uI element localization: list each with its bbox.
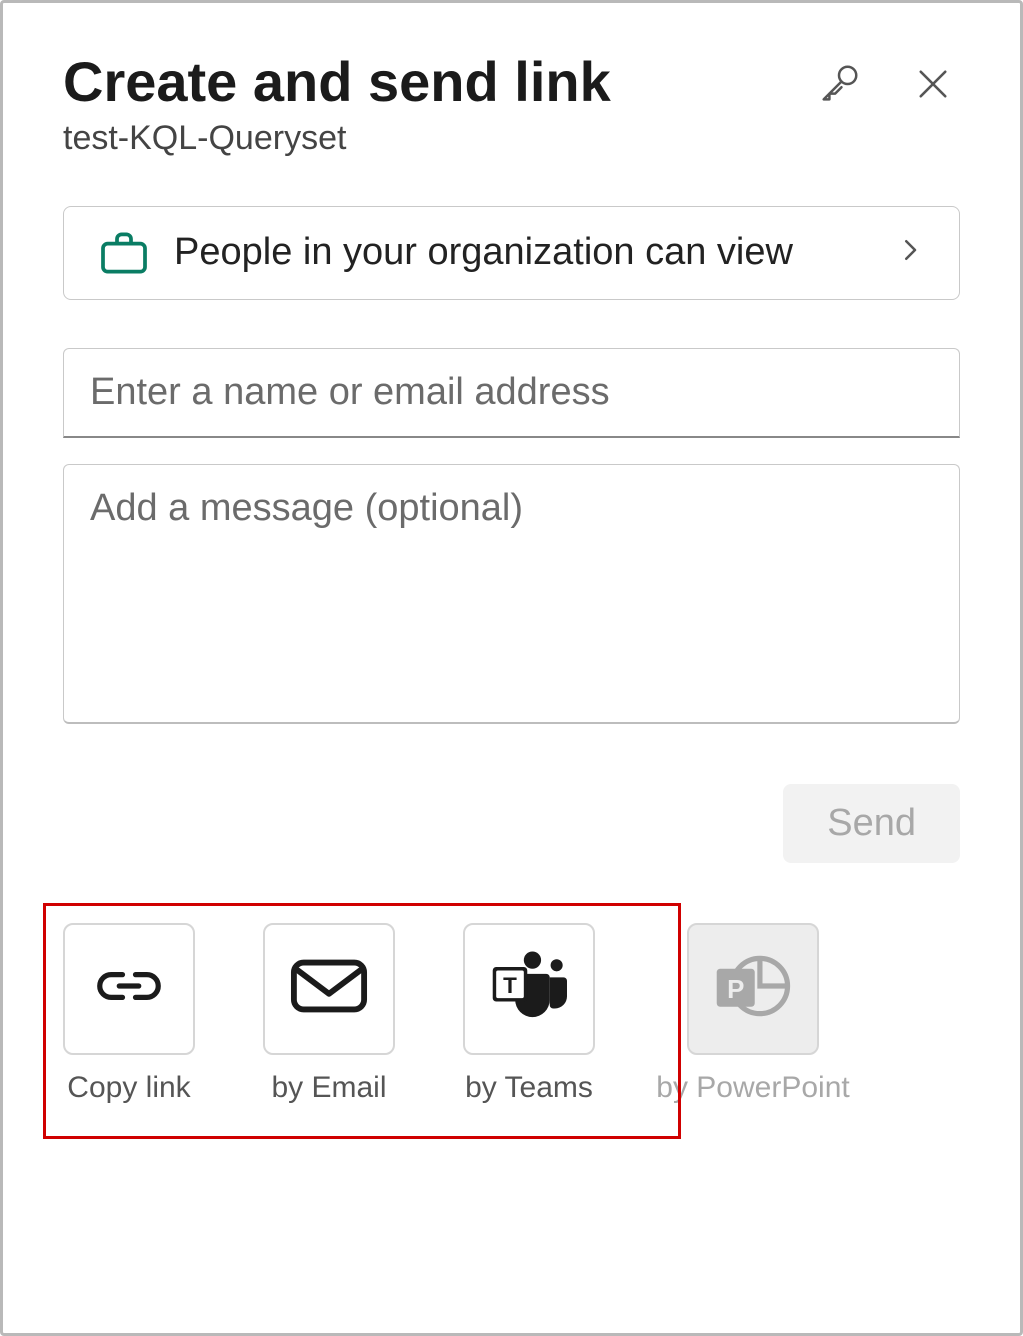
dialog-header: Create and send link test-KQL-Queryset — [63, 51, 960, 158]
share-teams-button[interactable]: T — [463, 923, 595, 1055]
chevron-right-icon — [895, 235, 931, 270]
share-option-powerpoint: P by PowerPoint — [687, 923, 819, 1105]
share-email-button[interactable] — [263, 923, 395, 1055]
svg-text:P: P — [727, 976, 744, 1004]
svg-text:T: T — [503, 973, 517, 998]
copy-link-button[interactable] — [63, 923, 195, 1055]
send-button[interactable]: Send — [783, 784, 960, 863]
powerpoint-icon: P — [711, 948, 795, 1029]
copy-link-label: Copy link — [67, 1071, 190, 1105]
header-icons — [816, 51, 960, 107]
close-button[interactable] — [912, 63, 954, 105]
share-option-email: by Email — [263, 923, 395, 1105]
teams-icon: T — [487, 948, 571, 1029]
send-row: Send — [63, 784, 960, 863]
dialog-subtitle: test-KQL-Queryset — [63, 119, 816, 158]
title-block: Create and send link test-KQL-Queryset — [63, 51, 816, 158]
envelope-icon — [290, 958, 368, 1019]
share-powerpoint-button[interactable]: P — [687, 923, 819, 1055]
permission-settings-row[interactable]: People in your organization can view — [63, 206, 960, 300]
permissions-key-button[interactable] — [816, 61, 862, 107]
close-icon — [912, 63, 954, 105]
message-textarea[interactable] — [63, 464, 960, 724]
share-teams-label: by Teams — [465, 1071, 593, 1105]
share-powerpoint-label: by PowerPoint — [656, 1071, 849, 1105]
share-options-row: Copy link by Email — [63, 923, 960, 1105]
share-option-copy-link: Copy link — [63, 923, 195, 1105]
share-dialog: Create and send link test-KQL-Queryset — [0, 0, 1023, 1336]
link-icon — [90, 966, 168, 1011]
share-option-teams: T by Teams — [463, 923, 595, 1105]
share-email-label: by Email — [271, 1071, 386, 1105]
key-icon — [816, 61, 862, 107]
permission-text: People in your organization can view — [156, 227, 895, 278]
recipient-input[interactable] — [63, 348, 960, 438]
briefcase-icon — [92, 225, 156, 281]
dialog-title: Create and send link — [63, 51, 816, 113]
